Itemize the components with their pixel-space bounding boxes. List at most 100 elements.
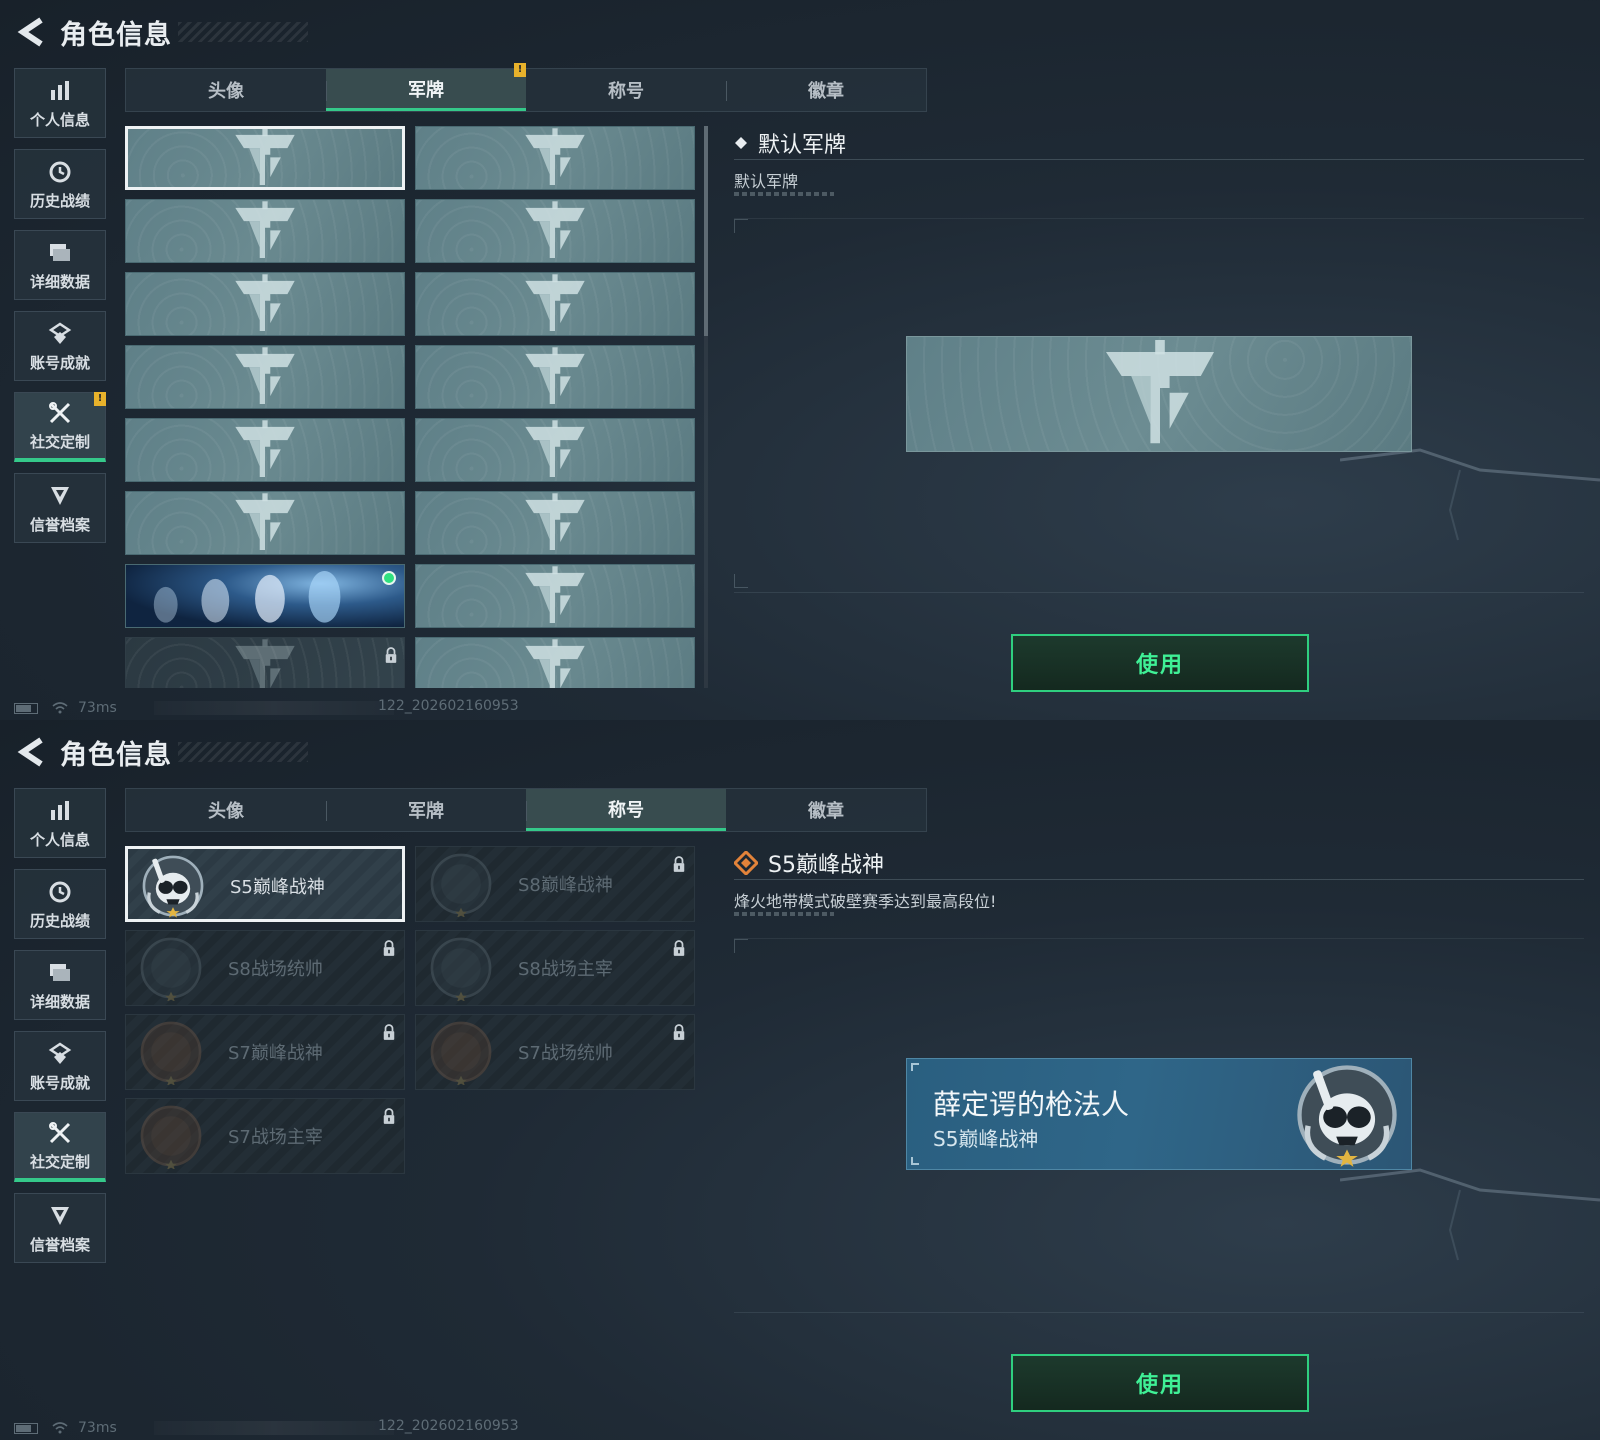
game-emblem-icon: [522, 201, 588, 261]
game-emblem-icon: [232, 420, 298, 480]
sidebar-item-label: 信誉档案: [29, 515, 90, 534]
dog-tag-grid: [125, 126, 695, 688]
skull-snorkel-badge-icon: [140, 853, 206, 919]
sidebar-item-social-customize[interactable]: ! 社交定制: [14, 392, 106, 462]
back-button[interactable]: [14, 15, 48, 49]
sidebar-item-label: 社交定制: [29, 433, 90, 451]
frame-corner: [734, 939, 748, 953]
use-button[interactable]: 使用: [1011, 1354, 1309, 1412]
tab-label: 军牌: [408, 79, 444, 101]
sidebar-item-label: 个人信息: [29, 830, 90, 849]
sidebar-item-achievements[interactable]: 账号成就: [14, 311, 106, 381]
use-button[interactable]: 使用: [1011, 634, 1309, 692]
tab-avatar[interactable]: 头像: [126, 789, 326, 831]
shield-chevron-icon: [46, 1202, 74, 1230]
lock-icon: [384, 646, 398, 664]
tab-dog-tag[interactable]: 军牌 !: [326, 63, 526, 111]
notification-badge: !: [514, 63, 526, 77]
back-button[interactable]: [14, 735, 48, 769]
sidebar-item-detailed-data[interactable]: 详细数据: [14, 230, 106, 300]
history-clock-icon: [46, 878, 74, 906]
detail-description: 默认军牌: [734, 172, 799, 191]
frame-corner: [734, 574, 748, 588]
dog-tag-card[interactable]: [415, 637, 695, 688]
tab-title[interactable]: 称号: [526, 789, 726, 831]
dog-tag-card[interactable]: [125, 126, 405, 190]
tank-badge-icon: [138, 935, 204, 1001]
title-card[interactable]: S8巅峰战神: [415, 846, 695, 922]
tab-badge[interactable]: 徽章: [726, 789, 926, 831]
tab-title[interactable]: 称号: [526, 69, 726, 111]
sidebar-item-label: 详细数据: [29, 272, 90, 291]
dog-tag-card[interactable]: [415, 199, 695, 263]
back-arrow-icon: [17, 17, 43, 47]
game-emblem-icon: [232, 493, 298, 553]
sidebar-item-credit-profile[interactable]: 信誉档案: [14, 1193, 106, 1263]
title-card[interactable]: S7战场统帅: [415, 1014, 695, 1090]
sidebar-item-credit-profile[interactable]: 信誉档案: [14, 473, 106, 543]
dog-tag-card[interactable]: [415, 491, 695, 555]
title-card[interactable]: S8战场主宰: [415, 930, 695, 1006]
sidebar: 个人信息 历史战绩 详细数据 账号成就 ! 社交定制 信誉档案: [14, 68, 106, 554]
divider: [734, 592, 1584, 593]
tab-avatar[interactable]: 头像: [126, 69, 326, 111]
sidebar-item-label: 社交定制: [29, 1153, 90, 1171]
dog-tag-preview: [906, 336, 1412, 452]
tab-dog-tag[interactable]: 军牌: [326, 789, 526, 831]
detail-header: S5巅峰战神: [734, 846, 1584, 880]
dog-tag-card[interactable]: [125, 637, 405, 688]
vehicle-badge-icon: [428, 1019, 494, 1085]
use-button-label: 使用: [1135, 653, 1184, 678]
lock-icon: [382, 1023, 396, 1041]
sidebar-item-personal-info[interactable]: 个人信息: [14, 788, 106, 858]
sidebar-item-social-customize[interactable]: 社交定制: [14, 1112, 106, 1182]
dog-tag-card[interactable]: [415, 564, 695, 628]
dog-tag-card[interactable]: [125, 272, 405, 336]
lock-icon: [382, 1107, 396, 1125]
page-title: 角色信息: [60, 19, 172, 51]
dog-tag-card[interactable]: [125, 418, 405, 482]
shield-chevron-icon: [46, 482, 74, 510]
sidebar-item-personal-info[interactable]: 个人信息: [14, 68, 106, 138]
scrollbar-thumb[interactable]: [704, 126, 708, 336]
title-decoration: [178, 22, 308, 42]
dog-tag-card[interactable]: [125, 491, 405, 555]
dog-tag-card[interactable]: [415, 126, 695, 190]
scrollbar[interactable]: [704, 126, 708, 688]
dog-tag-card[interactable]: [125, 564, 405, 628]
build-bar: [154, 1421, 394, 1435]
dog-tag-card[interactable]: [125, 345, 405, 409]
title-card[interactable]: S5巅峰战神: [125, 846, 405, 922]
sidebar-item-history[interactable]: 历史战绩: [14, 869, 106, 939]
bar-chart-icon: [46, 797, 74, 825]
lock-icon: [672, 1023, 686, 1041]
ping-value: 73ms: [78, 1420, 117, 1436]
game-emblem-icon: [522, 128, 588, 188]
title-name: S5巅峰战神: [230, 877, 325, 898]
build-id: 122_202602160953: [378, 1418, 519, 1434]
sidebar-item-achievements[interactable]: 账号成就: [14, 1031, 106, 1101]
title-card[interactable]: S8战场统帅: [125, 930, 405, 1006]
game-emblem-icon: [522, 420, 588, 480]
game-emblem-icon: [522, 639, 588, 688]
sidebar-item-detailed-data[interactable]: 详细数据: [14, 950, 106, 1020]
dog-tag-card[interactable]: [415, 418, 695, 482]
dog-tag-card[interactable]: [125, 199, 405, 263]
tab-badge[interactable]: 徽章: [726, 69, 926, 111]
title-card[interactable]: S7战场主宰: [125, 1098, 405, 1174]
sidebar-item-history[interactable]: 历史战绩: [14, 149, 106, 219]
frame-corner: [911, 1063, 919, 1071]
title-card[interactable]: S7巅峰战神: [125, 1014, 405, 1090]
status-bar: 73ms 122_202602160953: [14, 1418, 519, 1438]
building-badge-icon: [428, 935, 494, 1001]
frame-corner: [734, 219, 748, 233]
title-name: S8战场统帅: [228, 959, 323, 980]
sidebar-item-label: 个人信息: [29, 110, 90, 129]
title-name: S8战场主宰: [518, 959, 613, 980]
game-emblem-icon: [232, 128, 298, 188]
status-bar: 73ms 122_202602160953: [14, 698, 519, 718]
title-name: S7战场统帅: [518, 1043, 613, 1064]
dog-tag-card[interactable]: [415, 345, 695, 409]
dog-tag-card[interactable]: [415, 272, 695, 336]
divider: [734, 912, 834, 916]
